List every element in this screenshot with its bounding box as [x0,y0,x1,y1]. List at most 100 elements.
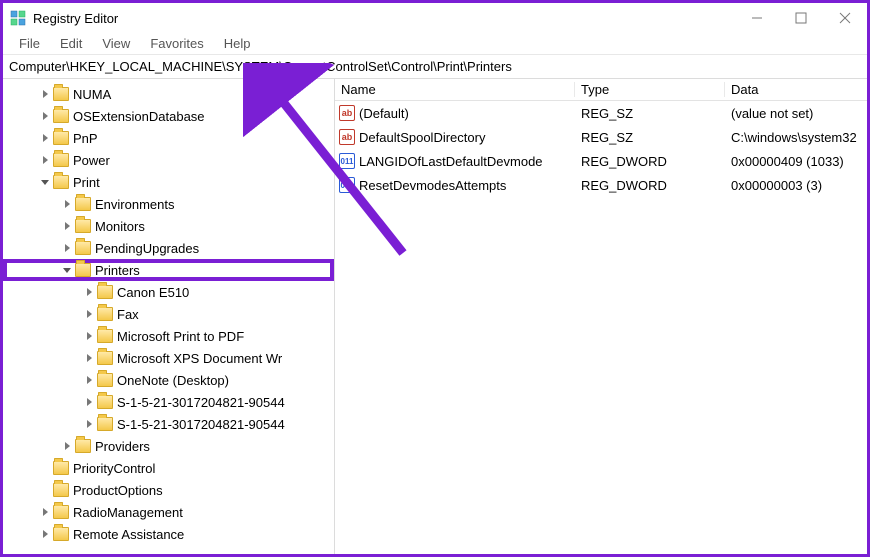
chevron-right-icon [39,132,51,144]
menu-favorites[interactable]: Favorites [140,34,213,53]
list-header-data[interactable]: Data [725,82,867,97]
tree-label: Printers [95,263,140,278]
address-text: Computer\HKEY_LOCAL_MACHINE\SYSTEM\Curre… [9,59,512,74]
tree-label: Remote Assistance [73,527,184,542]
value-data: 0x00000409 (1033) [725,154,867,169]
tree-label: OSExtensionDatabase [73,109,205,124]
tree-item-environments[interactable]: Environments [3,193,334,215]
chevron-down-icon [39,176,51,188]
tree-item-power[interactable]: Power [3,149,334,171]
chevron-right-icon [61,440,73,452]
tree-item-osext[interactable]: OSExtensionDatabase [3,105,334,127]
chevron-right-icon [61,220,73,232]
tree-item-print[interactable]: Print [3,171,334,193]
value-type: REG_SZ [575,130,725,145]
chevron-right-icon [39,506,51,518]
chevron-right-icon [61,242,73,254]
tree-label: S-1-5-21-3017204821-90544 [117,417,285,432]
tree-item-onenote[interactable]: OneNote (Desktop) [3,369,334,391]
tree-item-msxps[interactable]: Microsoft XPS Document Wr [3,347,334,369]
address-bar[interactable]: Computer\HKEY_LOCAL_MACHINE\SYSTEM\Curre… [3,55,867,79]
list-header-type[interactable]: Type [575,82,725,97]
reg-binary-icon: 011 [339,177,355,193]
list-row[interactable]: 011 ResetDevmodesAttempts REG_DWORD 0x00… [335,173,867,197]
value-name: (Default) [359,106,409,121]
chevron-right-icon [83,396,95,408]
tree-item-monitors[interactable]: Monitors [3,215,334,237]
tree-label: OneNote (Desktop) [117,373,229,388]
value-data: 0x00000003 (3) [725,178,867,193]
tree-label: PriorityControl [73,461,155,476]
maximize-button[interactable] [779,4,823,32]
folder-icon [97,395,113,409]
list-header-name[interactable]: Name [335,82,575,97]
tree-label: ProductOptions [73,483,163,498]
tree-item-radiomanagement[interactable]: RadioManagement [3,501,334,523]
tree-label: Canon E510 [117,285,189,300]
folder-icon [97,351,113,365]
tree-label: Monitors [95,219,145,234]
tree-item-sid2[interactable]: S-1-5-21-3017204821-90544 [3,413,334,435]
value-name: DefaultSpoolDirectory [359,130,485,145]
list-pane: Name Type Data ab (Default) REG_SZ (valu… [335,79,867,554]
menu-help[interactable]: Help [214,34,261,53]
tree-pane[interactable]: NUMA OSExtensionDatabase PnP Power Print [3,79,335,554]
folder-icon [53,461,69,475]
close-button[interactable] [823,4,867,32]
reg-binary-icon: 011 [339,153,355,169]
tree-label: PnP [73,131,98,146]
tree-label: NUMA [73,87,111,102]
tree-item-numa[interactable]: NUMA [3,83,334,105]
menu-edit[interactable]: Edit [50,34,92,53]
tree-item-sid1[interactable]: S-1-5-21-3017204821-90544 [3,391,334,413]
value-name: LANGIDOfLastDefaultDevmode [359,154,543,169]
folder-icon [53,527,69,541]
tree-label: Microsoft XPS Document Wr [117,351,282,366]
folder-icon [53,131,69,145]
chevron-right-icon [83,308,95,320]
chevron-right-icon [83,330,95,342]
tree-label: S-1-5-21-3017204821-90544 [117,395,285,410]
tree-item-remoteassistance[interactable]: Remote Assistance [3,523,334,545]
tree-item-printers[interactable]: Printers [3,259,334,281]
tree-item-prioritycontrol[interactable]: PriorityControl [3,457,334,479]
tree-item-canon[interactable]: Canon E510 [3,281,334,303]
chevron-right-icon [39,528,51,540]
folder-icon [53,109,69,123]
chevron-right-icon [83,374,95,386]
folder-icon [75,439,91,453]
titlebar: Registry Editor [3,3,867,33]
chevron-right-icon [39,110,51,122]
tree-item-providers[interactable]: Providers [3,435,334,457]
folder-icon [75,219,91,233]
tree-item-pendingupgrades[interactable]: PendingUpgrades [3,237,334,259]
tree-label: Power [73,153,110,168]
list-row[interactable]: ab DefaultSpoolDirectory REG_SZ C:\windo… [335,125,867,149]
folder-icon [53,505,69,519]
list-row[interactable]: 011 LANGIDOfLastDefaultDevmode REG_DWORD… [335,149,867,173]
tree-item-productoptions[interactable]: ProductOptions [3,479,334,501]
chevron-right-icon [39,88,51,100]
chevron-right-icon [83,418,95,430]
list-row[interactable]: ab (Default) REG_SZ (value not set) [335,101,867,125]
menu-file[interactable]: File [9,34,50,53]
folder-icon [97,329,113,343]
folder-icon [97,417,113,431]
tree-item-pnp[interactable]: PnP [3,127,334,149]
tree-item-mspdf[interactable]: Microsoft Print to PDF [3,325,334,347]
minimize-button[interactable] [735,4,779,32]
value-data: (value not set) [725,106,867,121]
tree-label: Print [73,175,100,190]
menu-view[interactable]: View [92,34,140,53]
folder-icon [75,263,91,277]
folder-icon [53,175,69,189]
tree-label: Providers [95,439,150,454]
main-area: NUMA OSExtensionDatabase PnP Power Print [3,79,867,554]
tree-label: PendingUpgrades [95,241,199,256]
list-header: Name Type Data [335,79,867,101]
folder-icon [53,153,69,167]
tree-item-fax[interactable]: Fax [3,303,334,325]
tree-label: Environments [95,197,174,212]
folder-icon [75,197,91,211]
tree-label: Microsoft Print to PDF [117,329,244,344]
